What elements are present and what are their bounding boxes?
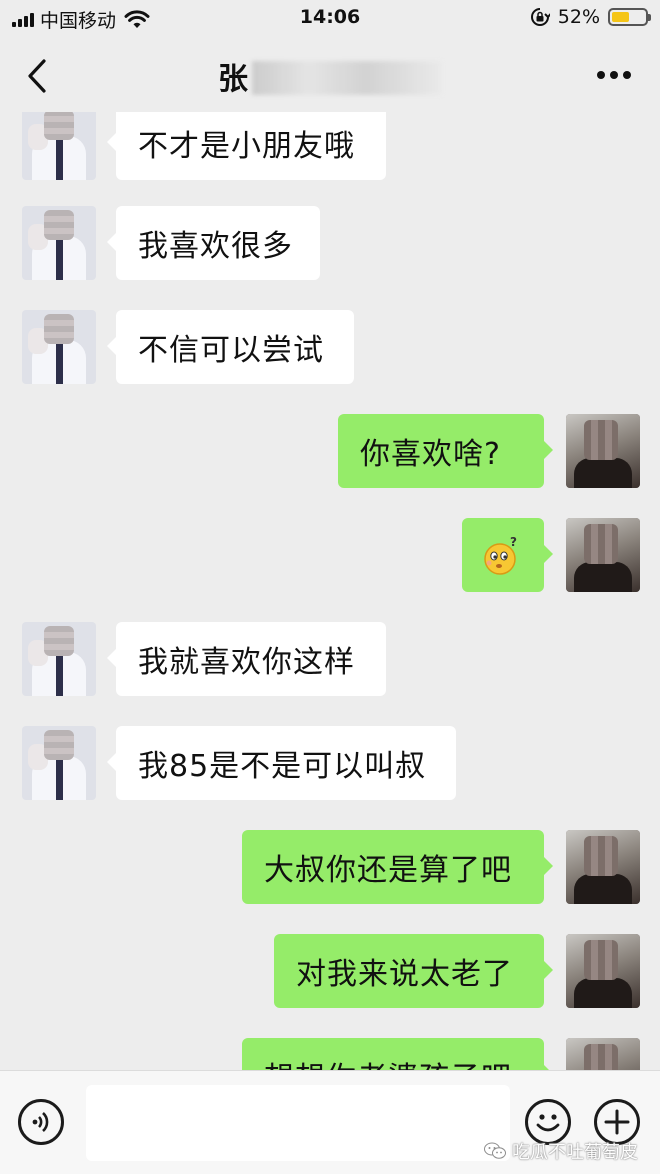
message-row: 我喜欢很多: [0, 206, 660, 280]
chat-header: 张: [0, 36, 660, 112]
emoji-icon: [536, 1114, 560, 1132]
message-text: 我85是不是可以叫叔: [138, 749, 427, 784]
my-avatar[interactable]: [566, 414, 640, 488]
outgoing-message-bubble[interactable]: 对我来说太老了: [274, 934, 553, 1008]
outgoing-message-bubble[interactable]: 你喜欢啥?: [338, 414, 553, 488]
svg-text:?: ?: [510, 535, 518, 549]
message-list: 不才是小朋友哦 我喜欢很多不信可以尝试你喜欢啥?? 我就喜欢你这样我85是不是可以叫…: [0, 112, 660, 1070]
message-text: 你喜欢啥?: [360, 437, 501, 472]
message-row: ?: [0, 518, 660, 592]
my-avatar[interactable]: [566, 830, 640, 904]
contact-avatar[interactable]: [22, 206, 96, 280]
chat-title-text: 张: [218, 62, 250, 97]
message-text: 想想你老婆孩子吧: [264, 1053, 512, 1070]
my-avatar[interactable]: [566, 934, 640, 1008]
status-right: 52%: [530, 6, 651, 28]
battery-icon: [608, 8, 651, 26]
watermark-text: 吃瓜不吐葡萄皮: [512, 1142, 638, 1163]
incoming-message-bubble[interactable]: 不才是小朋友哦: [107, 112, 386, 180]
message-row: 我85是不是可以叫叔: [0, 726, 660, 800]
message-row: 对我来说太老了: [0, 934, 660, 1008]
message-text: 大叔你还是算了吧: [264, 853, 512, 888]
outgoing-message-bubble[interactable]: 想想你老婆孩子吧: [242, 1038, 553, 1070]
message-row: 不信可以尝试: [0, 310, 660, 384]
chat-title: 张: [0, 54, 660, 98]
contact-avatar[interactable]: [22, 112, 96, 180]
my-avatar[interactable]: [566, 1038, 640, 1070]
input-bar: 吃瓜不吐葡萄皮: [0, 1070, 660, 1174]
plus-icon: [604, 1109, 630, 1135]
watermark: 吃瓜不吐葡萄皮: [484, 1138, 638, 1164]
message-row: 我就喜欢你这样: [0, 622, 660, 696]
message-input[interactable]: [86, 1085, 510, 1161]
message-text: 不才是小朋友哦: [138, 129, 355, 164]
voice-button[interactable]: [18, 1099, 64, 1145]
battery-percent: 52%: [557, 6, 600, 28]
message-text: 我就喜欢你这样: [138, 645, 355, 680]
message-text: 对我来说太老了: [296, 957, 513, 992]
more-icon[interactable]: [596, 70, 632, 80]
incoming-message-bubble[interactable]: 我喜欢很多: [107, 206, 320, 280]
message-row: 大叔你还是算了吧: [0, 830, 660, 904]
status-bar: 中国移动 14:06 52%: [0, 0, 660, 36]
voice-icon: [32, 1112, 49, 1132]
battery-fill: [612, 12, 629, 22]
emoji-message-bubble[interactable]: ?: [462, 518, 553, 592]
wechat-logo-icon: [484, 1142, 506, 1159]
contact-avatar[interactable]: [22, 726, 96, 800]
outgoing-message-bubble[interactable]: 大叔你还是算了吧: [242, 830, 553, 904]
contact-avatar[interactable]: [22, 310, 96, 384]
title-redaction: [252, 61, 442, 95]
incoming-message-bubble[interactable]: 不信可以尝试: [107, 310, 354, 384]
confused-face-emoji-icon: ?: [484, 535, 518, 575]
message-text: 不信可以尝试: [138, 333, 324, 368]
contact-avatar[interactable]: [22, 622, 96, 696]
incoming-message-bubble[interactable]: 我就喜欢你这样: [107, 622, 386, 696]
message-text: 我喜欢很多: [138, 229, 293, 264]
rotation-lock-icon: [530, 8, 550, 26]
my-avatar[interactable]: [566, 518, 640, 592]
message-row: 你喜欢啥?: [0, 414, 660, 488]
incoming-message-bubble[interactable]: 我85是不是可以叫叔: [107, 726, 456, 800]
message-row: 想想你老婆孩子吧: [0, 1038, 660, 1070]
message-row: 不才是小朋友哦: [0, 112, 660, 180]
